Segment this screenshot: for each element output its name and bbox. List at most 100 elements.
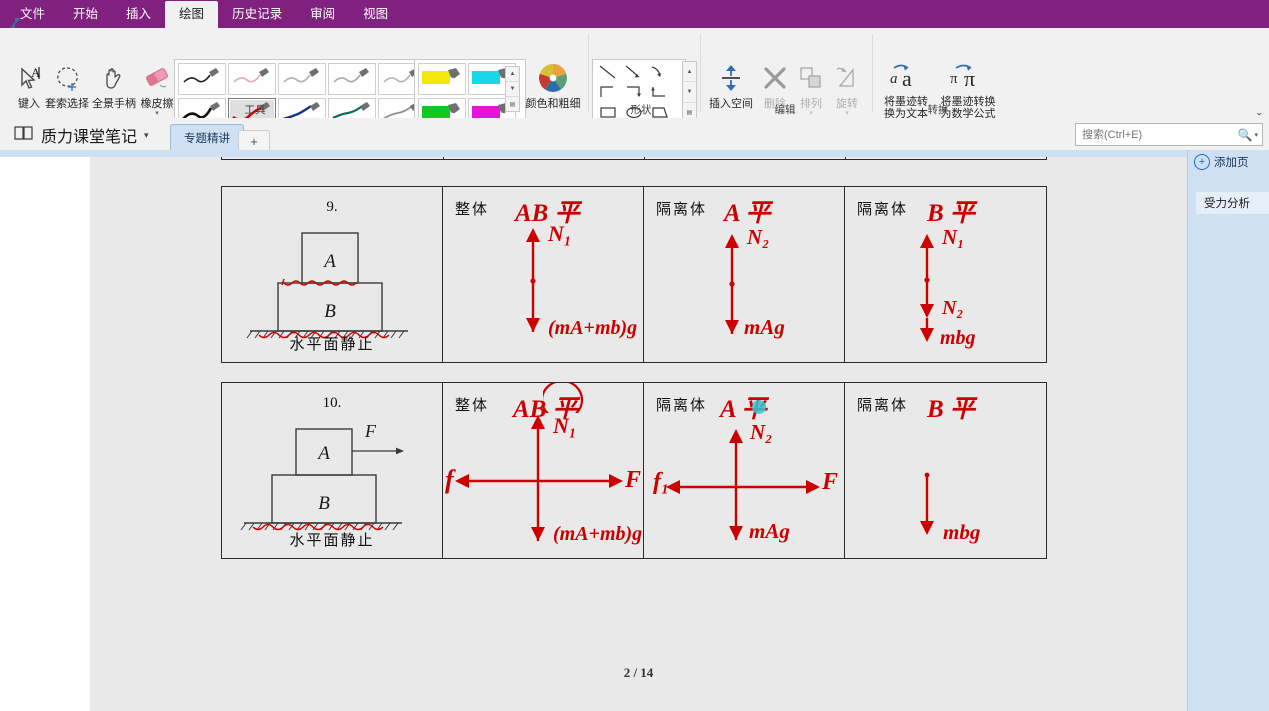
force-vectors [455, 415, 623, 541]
ribbon-tab-view[interactable]: 视图 [349, 1, 402, 28]
problem-caption: 水平面静止 [289, 336, 375, 353]
cell-header-print: 整体 [455, 397, 490, 414]
shape-curved-arrow-icon[interactable] [647, 62, 673, 82]
color-wheel-icon [524, 58, 582, 98]
shapes-scroll-down-icon[interactable]: ▼ [683, 82, 696, 103]
pen-swatch[interactable] [278, 63, 326, 95]
rotate-icon [820, 58, 874, 98]
convert-group-label: 转换 [927, 104, 949, 116]
shape-arrow-icon[interactable] [621, 62, 647, 82]
ribbon-tab-history[interactable]: 历史记录 [218, 1, 296, 28]
svg-text:B: B [318, 493, 330, 514]
ribbon-group-convert: a a 将墨迹转 换为文本 π π 将墨迹转换 为数学公式 转换 [876, 28, 1000, 120]
problem-number: 10. [322, 395, 342, 411]
ribbon-tab-review[interactable]: 审阅 [296, 1, 349, 28]
table-cell-problem-9[interactable]: 9. A B 水平面静止 [222, 187, 443, 362]
ribbon-separator [700, 34, 701, 112]
ribbon-tab-list: 文件 开始 插入 绘图 历史记录 审阅 视图 [0, 0, 1269, 28]
cell-header-print: 整体 [455, 201, 490, 218]
scroll-down-icon[interactable]: ▼ [506, 82, 519, 97]
scroll-up-icon[interactable]: ▲ [506, 67, 519, 82]
notebook-bar: 质力课堂笔记 ▾ 专题精讲 + 🔍 ▾ [0, 118, 1269, 156]
shape-corner-arrow-icon[interactable] [621, 82, 647, 102]
table-row[interactable]: 9. A B 水平面静止 整体 AB 平 N₁ (mA+mb)g 隔离体 A 平… [221, 186, 1047, 363]
ink-to-math-icon: π π [936, 56, 1000, 96]
edit-group-label: 编辑 [774, 104, 796, 116]
lasso-icon [40, 58, 94, 98]
color-thickness-label: 颜色和粗细 [525, 98, 581, 110]
ribbon-group-edit: 插入空间 删除 排列 ▾ 旋转 ▾ 编辑 [704, 28, 866, 118]
pen-cursor-indicator [752, 400, 766, 414]
shape-line-icon[interactable] [595, 62, 621, 82]
ribbon-separator [872, 34, 873, 112]
notebook-title-button[interactable]: 质力课堂笔记 ▾ [14, 123, 149, 147]
table-partial-previous-row: V ~~~ g [221, 157, 1047, 160]
pen-swatch[interactable] [228, 63, 276, 95]
chevron-down-icon[interactable]: ▾ [144, 130, 149, 141]
left-rail [0, 157, 91, 711]
add-page-button[interactable]: + 添加页 [1194, 154, 1249, 170]
svg-text:B: B [324, 301, 336, 322]
shapes-scroll-up-icon[interactable]: ▲ [683, 62, 696, 83]
force-vectors [666, 429, 820, 540]
svg-text:F: F [364, 421, 377, 441]
svg-text:π: π [964, 66, 975, 91]
ribbon-group-tools: A 键入 套索选择 全景手柄 橡皮擦 ▾ ▲ ▼ ▤ 颜色和粗细 工具 [0, 28, 581, 135]
force-vectors [920, 472, 934, 535]
shape-elbow-icon[interactable] [647, 82, 673, 102]
page-panel: + 添加页 受力分析 ▲ [1187, 150, 1269, 711]
onenote-window: 文件 开始 插入 绘图 历史记录 审阅 视图 A 键入 套索选择 全景手柄 橡皮… [0, 0, 1269, 711]
ribbon-tab-draw[interactable]: 绘图 [165, 1, 219, 28]
add-section-button[interactable]: + [238, 130, 270, 151]
table-cell-problem-10[interactable]: 10. A B F 水平面静止 [222, 383, 443, 558]
shapes-group-label: 形状 [630, 104, 652, 116]
svg-text:a: a [890, 71, 898, 87]
table-cell-whole-system-10[interactable]: 整体 AB 平 N₁ f F (mA+mb)g [443, 383, 644, 558]
table-cell-isolated-b-9[interactable]: 隔离体 B 平 N₁ N₂ mbg [845, 187, 1046, 362]
expand-arrows-icon[interactable] [4, 12, 26, 34]
pen-swatch[interactable] [178, 63, 226, 95]
notebook-icon [14, 125, 34, 146]
search-input[interactable] [1080, 127, 1238, 142]
force-vectors [526, 228, 540, 332]
table-cell-whole-system-9[interactable]: 整体 AB 平 N₁ (mA+mb)g [443, 187, 644, 362]
force-vectors [725, 234, 739, 334]
force-vectors [920, 234, 934, 342]
shape-corner-icon[interactable] [595, 82, 621, 102]
cell-header-print: 隔离体 [857, 397, 909, 414]
ribbon-collapse-button[interactable]: ⌃ [1255, 105, 1263, 116]
svg-text:A: A [322, 251, 336, 272]
svg-text:π: π [950, 71, 958, 87]
ribbon-separator [588, 34, 589, 112]
color-thickness-button[interactable]: 颜色和粗细 [524, 58, 582, 110]
table-cell-isolated-b-10[interactable]: 隔离体 B 平 mbg [845, 383, 1046, 558]
page-list-item[interactable]: 受力分析 [1196, 192, 1269, 214]
page-indicator: 2 / 14 [623, 665, 654, 680]
cell-header-print: 隔离体 [857, 201, 909, 218]
table-cell-isolated-a-10[interactable]: 隔离体 A 平 N₂ f₁ F mAg [644, 383, 845, 558]
menu-bar: 文件 开始 插入 绘图 历史记录 审阅 视图 [0, 0, 1269, 28]
ribbon-tab-home[interactable]: 开始 [59, 1, 112, 28]
svg-text:a: a [902, 66, 912, 91]
tools-group-label: 工具 [244, 104, 266, 116]
search-box[interactable]: 🔍 ▾ [1075, 123, 1263, 146]
svg-text:A: A [316, 443, 330, 464]
page-top-strip [0, 150, 1187, 157]
page-canvas[interactable]: V ~~~ g 9. A B [90, 157, 1187, 711]
table-cell-isolated-a-9[interactable]: 隔离体 A 平 N₂ mAg [644, 187, 845, 362]
highlighter-swatch[interactable] [418, 63, 466, 95]
problem-caption: 水平面静止 [289, 532, 375, 549]
ribbon-group-shapes: x x ▲ ▼ ▤ 形状 [592, 28, 697, 160]
add-page-label: 添加页 [1214, 157, 1249, 169]
ribbon: A 键入 套索选择 全景手柄 橡皮擦 ▾ ▲ ▼ ▤ 颜色和粗细 工具 ▲ ▼ … [0, 28, 1269, 160]
problem-number: 9. [326, 199, 338, 215]
search-icon[interactable]: 🔍 [1238, 128, 1253, 142]
pen-swatch[interactable] [328, 63, 376, 95]
plus-circle-icon: + [1194, 154, 1210, 170]
ribbon-tab-insert[interactable]: 插入 [112, 1, 165, 28]
cell-header-print: 隔离体 [656, 397, 708, 414]
table-row[interactable]: 10. A B F 水平面静止 整体 AB 平 N₁ f F (mA+mb)g … [221, 382, 1047, 559]
page-list: 受力分析 [1196, 192, 1269, 214]
search-chevron-icon[interactable]: ▾ [1254, 131, 1258, 139]
ink-to-text-icon: a a [876, 56, 936, 96]
